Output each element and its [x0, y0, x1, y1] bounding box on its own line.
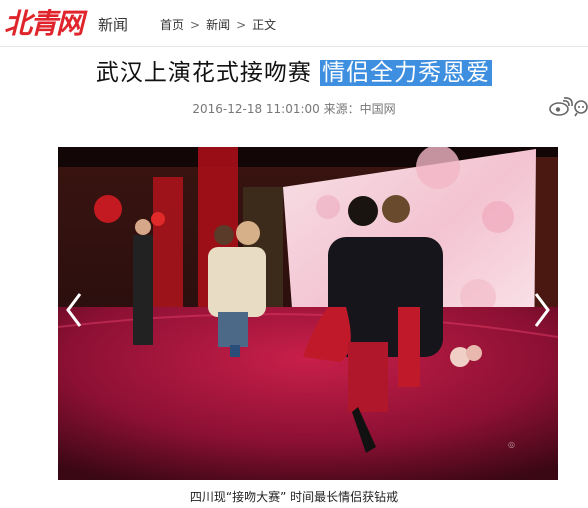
article-title: 武汉上演花式接吻赛 情侣全力秀恩爱 — [0, 53, 588, 87]
site-logo[interactable]: 北青网 — [4, 2, 84, 42]
chevron-right-icon — [534, 293, 550, 327]
breadcrumb-home-link[interactable]: 首页 — [160, 18, 184, 32]
gallery-next-button[interactable] — [526, 290, 556, 330]
breadcrumb-news-link[interactable]: 新闻 — [206, 18, 230, 32]
chevron-left-icon — [66, 293, 82, 327]
breadcrumb-current: 正文 — [252, 18, 277, 32]
weibo-icon[interactable] — [548, 97, 588, 117]
breadcrumb-separator: > — [236, 18, 247, 32]
article-title-highlight: 情侣全力秀恩爱 — [320, 60, 493, 86]
svg-text:◎: ◎ — [508, 440, 515, 449]
breadcrumb-separator: > — [190, 18, 201, 32]
photo-caption: 四川现“接吻大赛” 时间最长情侣获钻戒 — [189, 490, 399, 504]
breadcrumb: 首页 > 新闻 > 正文 — [160, 16, 276, 33]
gallery-prev-button[interactable] — [60, 290, 90, 330]
section-label[interactable]: 新闻 — [98, 14, 128, 35]
article-meta: 2016-12-18 11:01:00 来源：中国网 — [192, 102, 396, 116]
article-title-main: 武汉上演花式接吻赛 — [95, 60, 312, 86]
site-header: 北青网 新闻 首页 > 新闻 > 正文 — [0, 0, 588, 47]
photo-scene: ◎ — [58, 147, 558, 480]
gallery-photo[interactable]: ◎ — [58, 147, 558, 480]
